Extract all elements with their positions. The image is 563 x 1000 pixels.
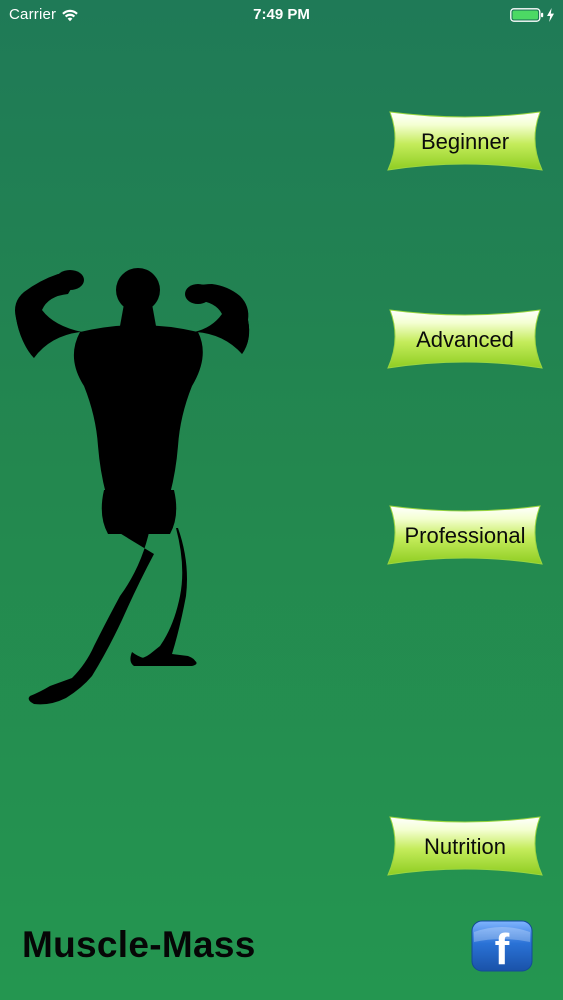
bodybuilder-silhouette-icon: [15, 268, 250, 705]
facebook-button[interactable]: f: [471, 920, 533, 974]
beginner-button[interactable]: Beginner: [386, 110, 544, 172]
facebook-letter: f: [495, 925, 510, 972]
battery-group: [510, 7, 555, 23]
status-bar: Carrier 7:49 PM: [0, 0, 563, 30]
advanced-label: Advanced: [416, 326, 514, 352]
professional-button[interactable]: Professional: [386, 504, 544, 566]
app-title: Muscle-Mass: [22, 924, 256, 965]
professional-label: Professional: [404, 522, 526, 548]
status-time: 7:49 PM: [253, 6, 310, 23]
advanced-button[interactable]: Advanced: [386, 308, 544, 370]
beginner-label: Beginner: [420, 128, 510, 154]
facebook-icon: f: [471, 920, 533, 974]
battery-full-icon: [510, 8, 544, 22]
nutrition-button[interactable]: Nutrition: [386, 815, 544, 877]
charging-bolt-icon: [547, 8, 554, 22]
nutrition-label: Nutrition: [424, 833, 506, 859]
